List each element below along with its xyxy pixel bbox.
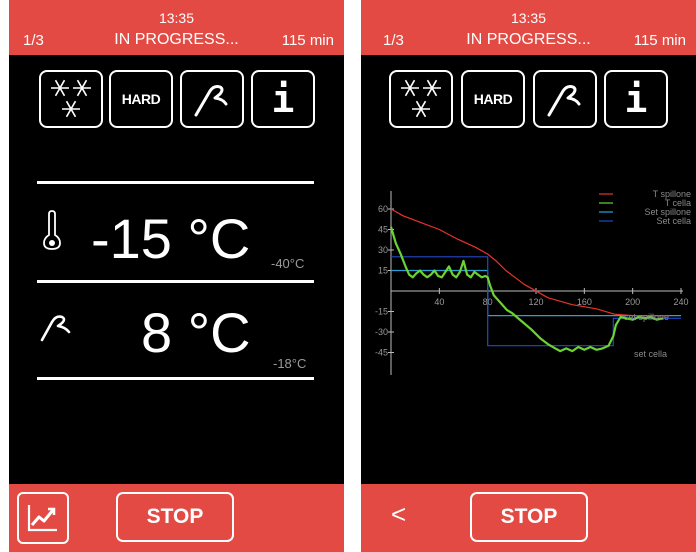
cell-temperature: -15 °C <box>91 207 251 270</box>
snowflakes-icon <box>51 79 91 118</box>
x-tick-label: 200 <box>625 297 640 307</box>
thermometer-icon <box>43 210 61 250</box>
series-line-t-cella <box>389 226 664 353</box>
cycle-duration: 115 min <box>281 32 334 49</box>
clock: 13:35 <box>510 10 547 26</box>
y-tick-label: 60 <box>378 204 388 214</box>
chart-icon <box>27 505 57 532</box>
x-tick-label: 40 <box>434 297 444 307</box>
annotation-set-cella: set cella <box>634 349 667 359</box>
snowflakes-button[interactable] <box>39 70 103 128</box>
hard-label: HARD <box>121 91 161 107</box>
main-screen: 13:35 1/3 IN PROGRESS... 115 min HARD i … <box>9 0 344 552</box>
annotation-set-spillone: set spillone <box>624 312 669 322</box>
y-tick-label: -15 <box>375 307 388 317</box>
snowflakes-button[interactable] <box>389 70 453 128</box>
probe-temperature: 8 °C <box>141 301 251 364</box>
y-tick-label: -30 <box>375 327 388 337</box>
legend-label: Set cella <box>656 216 691 226</box>
stop-button[interactable]: STOP <box>116 492 234 542</box>
probe-button[interactable] <box>533 70 597 128</box>
divider <box>37 377 314 380</box>
graph-button[interactable] <box>17 492 69 544</box>
hard-mode-button[interactable]: HARD <box>461 70 525 128</box>
status-bar: 13:35 1/3 IN PROGRESS... 115 min <box>9 0 344 55</box>
x-tick-label: 240 <box>673 297 688 307</box>
x-tick-label: 120 <box>528 297 543 307</box>
cell-setpoint: -40°C <box>271 256 305 271</box>
info-icon: i <box>271 77 295 121</box>
info-button[interactable]: i <box>251 70 315 128</box>
probe-icon <box>194 85 228 117</box>
back-button[interactable]: < <box>391 501 406 527</box>
probe-button[interactable] <box>180 70 244 128</box>
info-icon: i <box>624 77 648 121</box>
clock: 13:35 <box>158 10 195 26</box>
divider <box>37 181 314 184</box>
hard-mode-button[interactable]: HARD <box>109 70 173 128</box>
y-tick-label: 45 <box>378 225 388 235</box>
hard-label: HARD <box>473 91 513 107</box>
graph-screen: 13:35 1/3 IN PROGRESS... 115 min HARD i … <box>361 0 696 552</box>
bottom-bar: < STOP <box>361 484 696 552</box>
y-tick-label: -45 <box>375 348 388 358</box>
probe-setpoint: -18°C <box>273 356 307 371</box>
temperature-chart: 60453015-15-30-4540 80 120 160 200 240 T spil… <box>375 189 691 375</box>
probe-icon <box>547 85 581 117</box>
y-tick-label: 30 <box>378 245 388 255</box>
probe-icon <box>40 315 71 342</box>
info-button[interactable]: i <box>604 70 668 128</box>
stop-button[interactable]: STOP <box>470 492 588 542</box>
divider <box>37 280 314 283</box>
bottom-bar: STOP <box>9 484 344 552</box>
snowflakes-icon <box>401 79 441 118</box>
status-bar: 13:35 1/3 IN PROGRESS... 115 min <box>361 0 696 55</box>
y-tick-label: 15 <box>378 266 388 276</box>
cycle-duration: 115 min <box>633 32 686 49</box>
